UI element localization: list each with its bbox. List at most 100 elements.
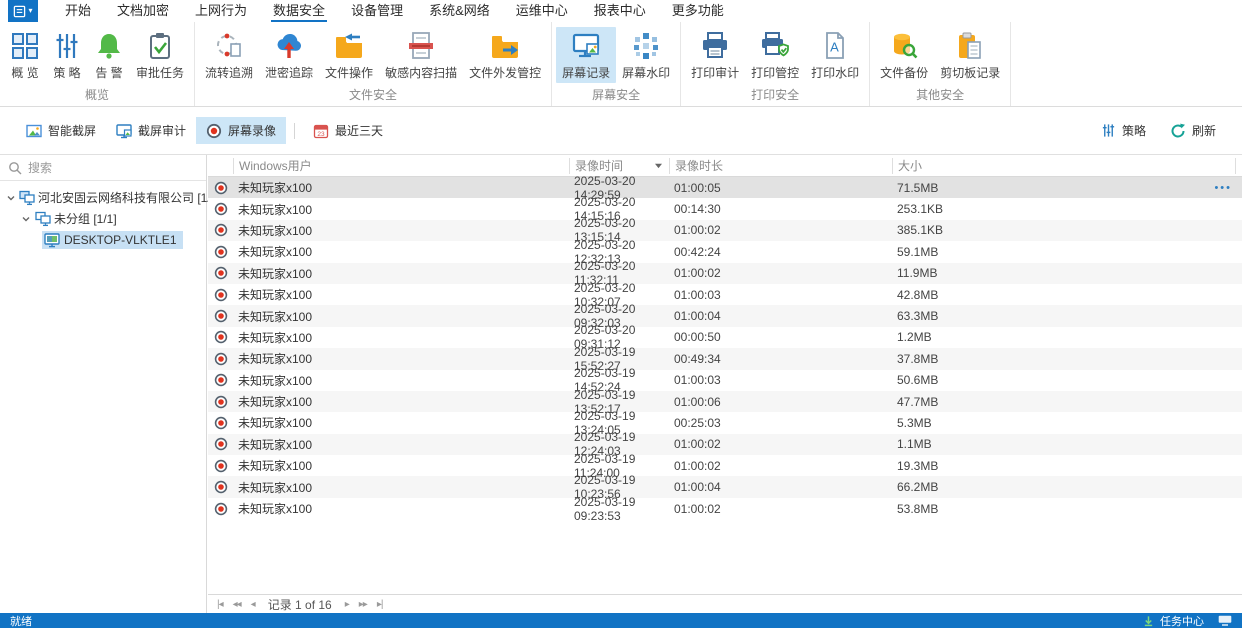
- refresh-icon: [1170, 123, 1186, 139]
- ribbon-item-alert[interactable]: 告 警: [88, 27, 130, 83]
- column-header-windows-user[interactable]: Windows用户: [233, 158, 569, 174]
- table-row[interactable]: 未知玩家x100 2025-03-19 10:23:56 01:00:04 66…: [208, 476, 1242, 497]
- table-row[interactable]: 未知玩家x100 2025-03-19 14:52:24 01:00:03 50…: [208, 370, 1242, 391]
- column-header-duration[interactable]: 录像时长: [669, 158, 892, 174]
- table-row[interactable]: 未知玩家x100 2025-03-20 09:32:03 01:00:04 63…: [208, 305, 1242, 326]
- pager-next-button[interactable]: ▸: [340, 599, 354, 610]
- ribbon-item-policy[interactable]: 策 略: [46, 27, 88, 83]
- chevron-down-icon[interactable]: [6, 193, 16, 203]
- tree-node-ungrouped[interactable]: 未分组 [1/1]: [0, 208, 206, 229]
- last-three-days-button[interactable]: 23 最近三天: [303, 117, 393, 144]
- table-row[interactable]: 未知玩家x100 2025-03-20 14:29:59 01:00:05 71…: [208, 177, 1242, 198]
- ribbon-item-circulation-trace[interactable]: 流转追溯: [199, 27, 259, 83]
- policy-button[interactable]: 策略: [1091, 117, 1156, 144]
- table-row[interactable]: 未知玩家x100 2025-03-19 13:52:17 01:00:06 47…: [208, 391, 1242, 412]
- task-center-label: 任务中心: [1160, 613, 1204, 628]
- sensitive-scan-icon: [406, 31, 436, 61]
- table-header: Windows用户 录像时间 录像时长 大小: [208, 155, 1242, 177]
- ribbon-item-file-backup[interactable]: 文件备份: [874, 27, 934, 83]
- tree-node-computer[interactable]: DESKTOP-VLKTLE1: [0, 229, 206, 250]
- device-tree: 河北安固云网络科技有限公司 [1/1] 未分组 [1/1] DESKTOP-VL…: [0, 181, 206, 250]
- table-row[interactable]: 未知玩家x100 2025-03-20 09:31:12 00:00:50 1.…: [208, 327, 1242, 348]
- task-center-button[interactable]: 任务中心: [1143, 613, 1242, 628]
- table-row[interactable]: 未知玩家x100 2025-03-19 09:23:53 01:00:02 53…: [208, 498, 1242, 519]
- ribbon-item-print-control[interactable]: 打印管控: [745, 27, 805, 83]
- column-header-record-time[interactable]: 录像时间: [569, 158, 669, 174]
- menu-item-1[interactable]: 文档加密: [104, 0, 182, 22]
- screenshot-audit-button[interactable]: 截屏审计: [106, 117, 196, 144]
- tree-node-selected[interactable]: DESKTOP-VLKTLE1: [42, 231, 183, 249]
- table-row[interactable]: 未知玩家x100 2025-03-20 12:32:13 00:42:24 59…: [208, 241, 1242, 262]
- ribbon-item-file-outgoing-control[interactable]: 文件外发管控: [463, 27, 547, 83]
- record-icon: [208, 373, 233, 387]
- cell-size: 59.1MB: [892, 245, 1208, 259]
- ribbon-item-print-watermark[interactable]: A 打印水印: [805, 27, 865, 83]
- cell-size: 385.1KB: [892, 223, 1208, 237]
- ribbon-group-label: 概览: [4, 87, 190, 106]
- smart-screenshot-button[interactable]: 智能截屏: [16, 117, 106, 144]
- pager-prev-button[interactable]: ◂: [246, 599, 260, 610]
- svg-text:A: A: [830, 40, 839, 55]
- menu-item-7[interactable]: 报表中心: [581, 0, 659, 22]
- table-row[interactable]: 未知玩家x100 2025-03-19 11:24:00 01:00:02 19…: [208, 455, 1242, 476]
- row-actions-icon[interactable]: •••: [1208, 182, 1242, 194]
- ribbon-item-file-operation[interactable]: 文件操作: [319, 27, 379, 83]
- cell-windows-user: 未知玩家x100: [233, 457, 569, 474]
- record-icon: [208, 288, 233, 302]
- table-row[interactable]: 未知玩家x100 2025-03-19 13:24:05 00:25:03 5.…: [208, 412, 1242, 433]
- ribbon-item-print-audit[interactable]: 打印审计: [685, 27, 745, 83]
- ribbon-item-screen-watermark[interactable]: 屏幕水印: [616, 27, 676, 83]
- cell-windows-user: 未知玩家x100: [233, 350, 569, 367]
- cell-windows-user: 未知玩家x100: [233, 286, 569, 303]
- pager-prev-page-button[interactable]: ◂◂: [228, 599, 246, 610]
- statusbar: 就绪 任务中心: [0, 613, 1242, 628]
- ribbon-item-label: 流转追溯: [205, 64, 253, 81]
- app-menu-button[interactable]: ▾: [8, 0, 38, 22]
- table-row[interactable]: 未知玩家x100 2025-03-19 12:24:03 01:00:02 1.…: [208, 434, 1242, 455]
- pager-first-button[interactable]: |◂: [212, 599, 228, 610]
- toolbar-button-label: 屏幕录像: [228, 122, 276, 139]
- ribbon-item-approval-tasks[interactable]: 审批任务: [130, 27, 190, 83]
- ribbon-item-sensitive-scan[interactable]: 敏感内容扫描: [379, 27, 463, 83]
- ribbon-item-screen-record[interactable]: 屏幕记录: [556, 27, 616, 83]
- pager-next-page-button[interactable]: ▸▸: [354, 599, 372, 610]
- cell-duration: 01:00:02: [669, 502, 892, 516]
- table-row[interactable]: 未知玩家x100 2025-03-19 15:52:27 00:49:34 37…: [208, 348, 1242, 369]
- ribbon-item-label: 泄密追踪: [265, 64, 313, 81]
- ribbon-item-clipboard-record[interactable]: 剪切板记录: [934, 27, 1006, 83]
- search-input[interactable]: [28, 161, 198, 175]
- ribbon-item-label: 概 览: [11, 64, 38, 81]
- pager-label: 记录 1 of 16: [260, 596, 340, 613]
- menu-item-8[interactable]: 更多功能: [659, 0, 737, 22]
- ribbon-group-other-security: 文件备份 剪切板记录 其他安全: [870, 22, 1011, 106]
- ribbon-item-leak-trace[interactable]: 泄密追踪: [259, 27, 319, 83]
- table-row[interactable]: 未知玩家x100 2025-03-20 11:32:11 01:00:02 11…: [208, 263, 1242, 284]
- screen-recording-button[interactable]: 屏幕录像: [196, 117, 286, 144]
- cell-size: 47.7MB: [892, 395, 1208, 409]
- app-menu-icon: [13, 5, 26, 18]
- menu-item-4[interactable]: 设备管理: [338, 0, 416, 22]
- refresh-button[interactable]: 刷新: [1160, 117, 1226, 144]
- tree-node-company[interactable]: 河北安固云网络科技有限公司 [1/1]: [0, 187, 206, 208]
- pager-last-button[interactable]: ▸|: [372, 599, 388, 610]
- chevron-down-icon[interactable]: [20, 214, 32, 224]
- cell-windows-user: 未知玩家x100: [233, 308, 569, 325]
- column-header-icon[interactable]: [208, 158, 233, 174]
- menu-item-2[interactable]: 上网行为: [182, 0, 260, 22]
- menu-item-5[interactable]: 系统&网络: [416, 0, 503, 22]
- cell-size: 11.9MB: [892, 266, 1208, 280]
- ribbon-item-overview[interactable]: 概 览: [4, 27, 46, 83]
- file-outgoing-folder-icon: [490, 31, 520, 61]
- cell-duration: 01:00:03: [669, 373, 892, 387]
- menu-item-0[interactable]: 开始: [52, 0, 104, 22]
- table-row[interactable]: 未知玩家x100 2025-03-20 10:32:07 01:00:03 42…: [208, 284, 1242, 305]
- monitor-icon[interactable]: [1218, 615, 1232, 626]
- column-header-size[interactable]: 大小: [892, 158, 1235, 174]
- menu-item-6[interactable]: 运维中心: [503, 0, 581, 22]
- toolbar-button-label: 策略: [1122, 122, 1146, 139]
- record-icon: [208, 266, 233, 280]
- ribbon-item-label: 屏幕记录: [562, 64, 610, 81]
- menu-item-3[interactable]: 数据安全: [260, 0, 338, 22]
- table-row[interactable]: 未知玩家x100 2025-03-20 14:15:16 00:14:30 25…: [208, 198, 1242, 219]
- table-row[interactable]: 未知玩家x100 2025-03-20 13:15:14 01:00:02 38…: [208, 220, 1242, 241]
